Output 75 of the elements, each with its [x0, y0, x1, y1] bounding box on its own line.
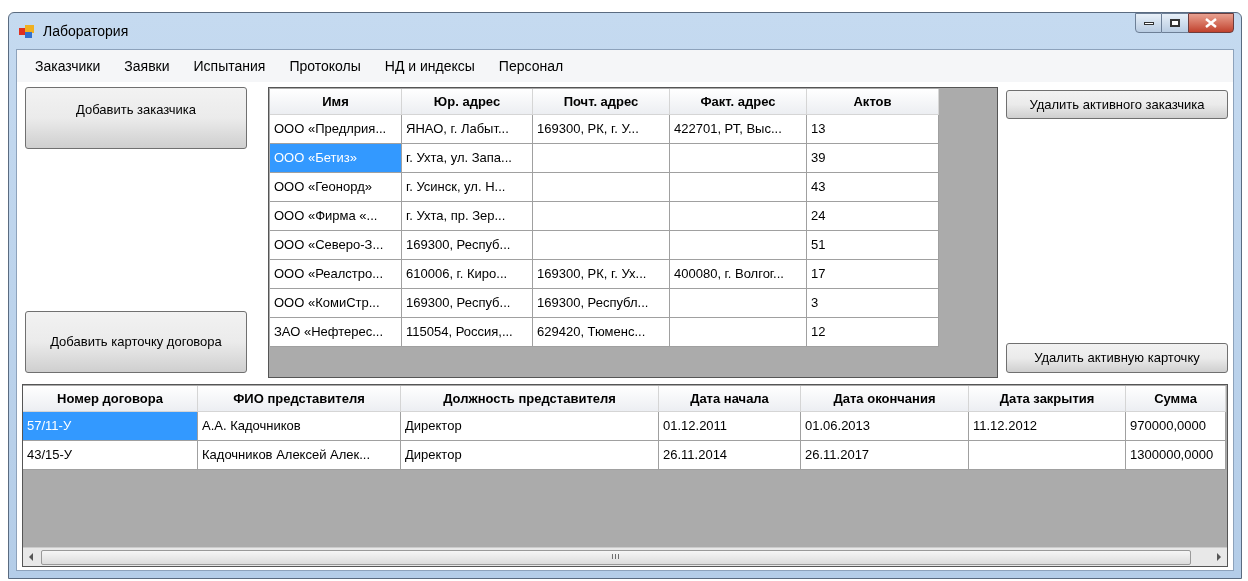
- menu-item[interactable]: Заказчики: [23, 55, 113, 77]
- menu-item[interactable]: Протоколы: [277, 55, 373, 77]
- table-cell: 01.06.2013: [801, 412, 969, 441]
- minimize-icon: [1143, 21, 1154, 25]
- table-cell: 400080, г. Волгог...: [670, 260, 807, 289]
- table-cell: 24: [807, 202, 939, 231]
- column-header[interactable]: Факт. адрес: [670, 89, 807, 115]
- app-icon: [19, 23, 35, 39]
- menu-item[interactable]: Заявки: [112, 55, 182, 77]
- table-cell: ООО «Геонорд»: [270, 173, 402, 202]
- action-button[interactable]: Удалить активного заказчика: [1006, 90, 1228, 119]
- table-cell: ООО «Фирма «...: [270, 202, 402, 231]
- table-cell: 169300, Республ...: [533, 289, 670, 318]
- table-cell: ЗАО «Нефтерес...: [270, 318, 402, 347]
- table-cell: ООО «КомиСтр...: [270, 289, 402, 318]
- table-cell: 51: [807, 231, 939, 260]
- table-cell: ООО «Реалстро...: [270, 260, 402, 289]
- table-cell: 169300, РК, г. У...: [533, 115, 670, 144]
- column-header[interactable]: Сумма: [1126, 386, 1226, 412]
- maximize-icon: [1170, 19, 1180, 27]
- table-cell: г. Усинск, ул. Н...: [402, 173, 533, 202]
- action-button[interactable]: Добавить карточку договора: [25, 311, 247, 373]
- close-button[interactable]: [1188, 13, 1234, 33]
- table-cell: 629420, Тюменс...: [533, 318, 670, 347]
- table-cell: 610006, г. Киро...: [402, 260, 533, 289]
- table-cell: 43: [807, 173, 939, 202]
- table-cell: 43/15-У: [23, 441, 198, 470]
- menu-item[interactable]: Персонал: [486, 55, 576, 77]
- table-cell: 115054, Россия,...: [402, 318, 533, 347]
- scrollbar-thumb[interactable]: III: [41, 549, 1191, 565]
- table-cell: 3: [807, 289, 939, 318]
- table-cell: 26.11.2014: [659, 441, 801, 470]
- table-cell: 169300, Респуб...: [402, 231, 533, 260]
- table-cell: г. Ухта, ул. Запа...: [402, 144, 533, 173]
- table-cell: 01.12.2011: [659, 412, 801, 441]
- table-cell: 13: [807, 115, 939, 144]
- column-header[interactable]: Должность представителя: [401, 386, 659, 412]
- table-cell: 1300000,0000: [1126, 441, 1226, 470]
- close-icon: [1205, 18, 1217, 28]
- table-cell: Директор: [401, 441, 659, 470]
- menu-item[interactable]: НД и индексы: [372, 55, 487, 77]
- action-button[interactable]: Удалить активную карточку: [1006, 343, 1228, 373]
- table-cell: Директор: [401, 412, 659, 441]
- column-header[interactable]: Актов: [807, 89, 939, 115]
- table-cell: 39: [807, 144, 939, 173]
- table-cell: ЯНАО, г. Лабыт...: [402, 115, 533, 144]
- column-header[interactable]: Имя: [270, 89, 402, 115]
- maximize-button[interactable]: [1162, 13, 1188, 33]
- table-cell: 57/11-У: [23, 412, 198, 441]
- table-cell: 970000,0000: [1126, 412, 1226, 441]
- action-button[interactable]: Добавить заказчика: [25, 87, 247, 149]
- table-cell: г. Ухта, пр. Зер...: [402, 202, 533, 231]
- column-header[interactable]: Почт. адрес: [533, 89, 670, 115]
- minimize-button[interactable]: [1135, 13, 1162, 33]
- column-header[interactable]: Дата окончания: [801, 386, 969, 412]
- table-cell: 26.11.2017: [801, 441, 969, 470]
- column-header[interactable]: ФИО представителя: [198, 386, 401, 412]
- table-cell: 12: [807, 318, 939, 347]
- table-cell: ООО «Предлрия...: [270, 115, 402, 144]
- table-cell: Кадочников Алексей Алек...: [198, 441, 401, 470]
- menu-item[interactable]: Испытания: [181, 55, 278, 77]
- table-cell: 169300, РК, г. Ух...: [533, 260, 670, 289]
- table-cell: ООО «Бетиз»: [270, 144, 402, 173]
- column-header[interactable]: Номер договора: [23, 386, 198, 412]
- column-header[interactable]: Дата закрытия: [969, 386, 1126, 412]
- table-cell: 17: [807, 260, 939, 289]
- column-header[interactable]: Дата начала: [659, 386, 801, 412]
- table-cell: ООО «Северо-З...: [270, 231, 402, 260]
- horizontal-scrollbar[interactable]: III: [23, 547, 1227, 566]
- table-cell: 11.12.2012: [969, 412, 1126, 441]
- table-cell: 169300, Респуб...: [402, 289, 533, 318]
- table-cell: 422701, РТ, Выс...: [670, 115, 807, 144]
- window-title: Лаборатория: [43, 21, 129, 41]
- table-cell: А.А. Кадочников: [198, 412, 401, 441]
- column-header[interactable]: Юр. адрес: [402, 89, 533, 115]
